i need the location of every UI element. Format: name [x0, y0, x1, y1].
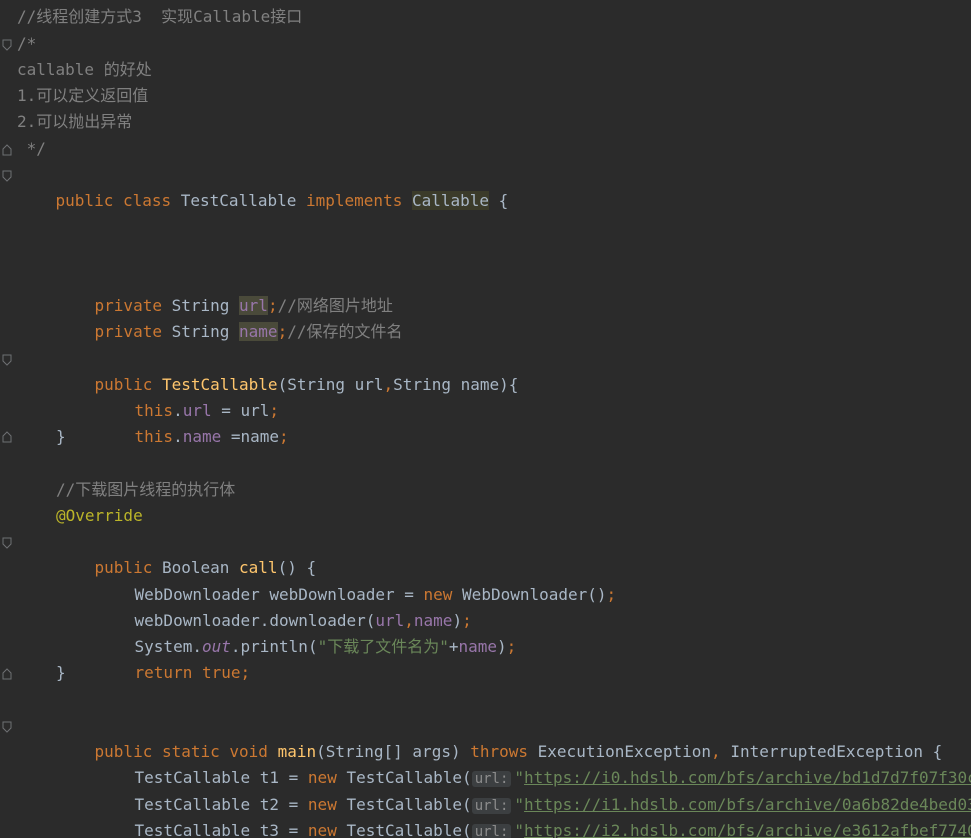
code-line[interactable]: WebDownloader webDownloader = new WebDow… — [96, 556, 617, 604]
string-literal: "下载了文件名为" — [317, 637, 449, 656]
field-name: name — [458, 637, 498, 656]
keyword: return — [134, 663, 202, 682]
code-text: } — [56, 663, 66, 682]
code-line[interactable]: } — [56, 424, 66, 450]
code-text: { — [489, 191, 509, 210]
interface-name: Callable — [411, 191, 490, 210]
code-text: + — [448, 637, 459, 656]
fold-icon[interactable] — [2, 721, 12, 733]
code-text: ) — [497, 637, 507, 656]
comma: , — [383, 375, 394, 394]
comment-text: /* — [17, 34, 37, 53]
code-text: (String url — [277, 375, 384, 394]
code-line[interactable]: /* — [17, 31, 36, 57]
code-line[interactable]: TestCallable t1 = new TestCallable(url: "… — [96, 739, 971, 787]
code-text: TestCallable t3 = — [134, 821, 308, 838]
keyword: private — [94, 322, 172, 341]
code-line[interactable]: //线程创建方式3 实现Callable接口 — [17, 4, 302, 30]
type-name: String — [171, 322, 240, 341]
code-text: . — [173, 427, 183, 446]
fold-icon[interactable] — [2, 354, 12, 366]
fold-icon[interactable] — [2, 144, 12, 156]
code-line[interactable]: private String url;//网络图片地址 — [56, 267, 393, 315]
code-line[interactable]: 1.可以定义返回值 — [17, 83, 148, 109]
class-name: TestCallable — [180, 191, 306, 210]
code-line[interactable]: System.out.println("下载了文件名为"+name); — [96, 608, 517, 656]
comment-text: */ — [17, 139, 46, 158]
semicolon: ; — [279, 427, 289, 446]
keyword: true — [201, 663, 241, 682]
code-text: WebDownloader() — [462, 585, 607, 604]
field-name: name — [182, 427, 222, 446]
comment-text: //保存的文件名 — [287, 322, 403, 341]
code-line[interactable]: @Override — [56, 503, 143, 529]
code-line[interactable]: private String name;//保存的文件名 — [56, 293, 402, 341]
fold-icon[interactable] — [2, 537, 12, 549]
semicolon: ; — [277, 322, 288, 341]
code-line[interactable]: TestCallable t3 = new TestCallable(url: "… — [96, 792, 971, 838]
parameter-hint: url: — [471, 824, 512, 838]
code-line[interactable]: public TestCallable(String url,String na… — [56, 346, 519, 394]
comment-text: //下载图片线程的执行体 — [56, 480, 236, 499]
fold-icon[interactable] — [2, 170, 12, 182]
code-editor[interactable]: //线程创建方式3 实现Callable接口 /* callable 的好处 1… — [0, 0, 971, 838]
keyword: public class — [55, 191, 181, 210]
comment-text: callable 的好处 — [17, 60, 152, 79]
code-line[interactable]: public Boolean call() { — [56, 529, 317, 577]
code-line[interactable]: webDownloader.downloader(url,name); — [96, 582, 472, 630]
code-line[interactable]: //下载图片线程的执行体 — [56, 477, 235, 503]
code-line[interactable]: public class TestCallable implements Cal… — [17, 162, 508, 210]
comment-text: //线程创建方式3 实现Callable接口 — [17, 7, 303, 26]
code-line[interactable]: this.url = url; — [96, 372, 280, 420]
code-line[interactable]: this.name =name; — [96, 398, 289, 446]
code-text: TestCallable( — [346, 821, 472, 838]
code-text: } — [56, 427, 66, 446]
annotation: @Override — [56, 506, 143, 525]
semicolon: ; — [606, 585, 617, 604]
code-text: String name){ — [393, 375, 519, 394]
comment-text: 1.可以定义返回值 — [17, 86, 149, 105]
string-quote: " — [514, 821, 525, 838]
keyword: implements — [306, 191, 412, 210]
code-line[interactable]: } — [56, 660, 66, 686]
code-line[interactable]: public static void main(String[] args) t… — [56, 713, 943, 761]
fold-icon[interactable] — [2, 668, 12, 680]
fold-icon[interactable] — [2, 431, 12, 443]
field-name: name — [239, 322, 278, 341]
comment-text: 2.可以抛出异常 — [17, 112, 133, 131]
code-line[interactable]: callable 的好处 — [17, 57, 152, 83]
keyword: this — [134, 427, 174, 446]
url-link[interactable]: https://i2.hdslb.com/bfs/archive/e3612af… — [524, 821, 971, 838]
editor-gutter — [0, 0, 14, 838]
semicolon: ; — [506, 637, 517, 656]
fold-icon[interactable] — [2, 39, 12, 51]
code-line[interactable]: TestCallable t2 = new TestCallable(url: "… — [96, 766, 971, 814]
code-line[interactable]: */ — [17, 136, 46, 162]
code-line[interactable]: 2.可以抛出异常 — [17, 109, 132, 135]
keyword: new — [307, 821, 347, 838]
code-text: =name — [221, 427, 280, 446]
code-line[interactable]: return true; — [96, 634, 251, 682]
semicolon: ; — [240, 663, 251, 682]
